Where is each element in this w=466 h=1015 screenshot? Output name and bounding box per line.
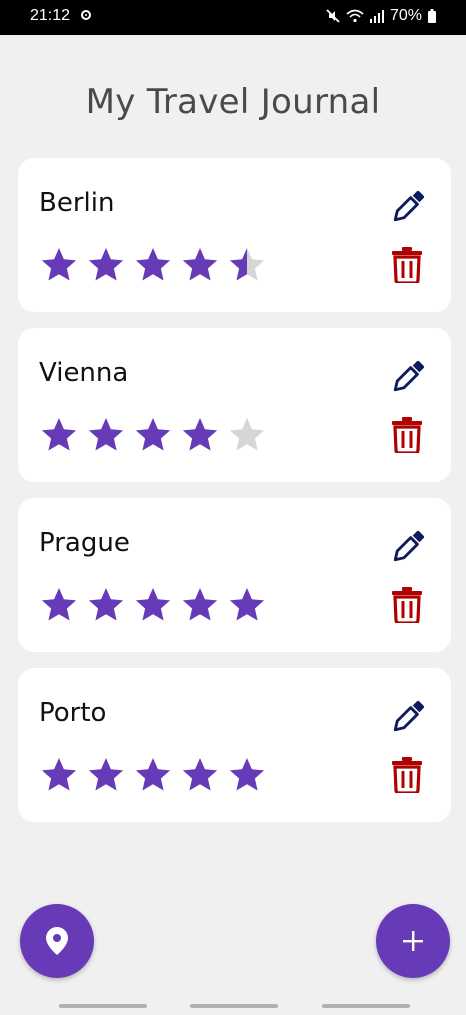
- page-title: My Travel Journal: [85, 82, 381, 122]
- trash-icon[interactable]: [391, 757, 423, 793]
- status-bar: 21:12 70%: [0, 0, 466, 35]
- star-filled-icon: [182, 248, 218, 281]
- sync-ring-icon: [81, 10, 91, 20]
- star-rating: [39, 586, 267, 626]
- wifi-icon: [346, 9, 364, 23]
- nav-home[interactable]: [190, 1004, 278, 1008]
- star-filled-icon: [88, 588, 124, 621]
- city-name: Prague: [39, 528, 130, 558]
- star-filled-icon: [182, 758, 218, 791]
- status-time: 21:12: [30, 7, 71, 24]
- star-filled-icon: [135, 248, 171, 281]
- trash-icon[interactable]: [391, 417, 423, 453]
- city-name: Vienna: [39, 358, 129, 388]
- edit-icon[interactable]: [389, 188, 427, 226]
- edit-icon[interactable]: [389, 358, 427, 396]
- star-filled-icon: [41, 588, 77, 621]
- city-name: Porto: [39, 698, 107, 728]
- star-filled-icon: [41, 758, 77, 791]
- trash-icon[interactable]: [391, 587, 423, 623]
- battery-icon: [428, 9, 436, 23]
- status-icons: 70%: [326, 7, 436, 25]
- star-rating: [39, 246, 267, 286]
- star-filled-icon: [182, 418, 218, 451]
- star-filled-icon: [41, 248, 77, 281]
- star-rating: [39, 416, 267, 456]
- journal-card[interactable]: Porto: [18, 668, 451, 822]
- journal-card[interactable]: Berlin: [18, 158, 451, 312]
- star-filled-icon: [135, 758, 171, 791]
- location-pin-icon: [46, 927, 68, 955]
- nav-back[interactable]: [322, 1004, 410, 1008]
- star-filled-icon: [229, 588, 265, 621]
- mute-icon: [326, 9, 340, 23]
- star-half-icon: [229, 248, 265, 281]
- star-filled-icon: [88, 248, 124, 281]
- star-filled-icon: [135, 588, 171, 621]
- location-button[interactable]: [20, 904, 94, 978]
- star-filled-icon: [182, 588, 218, 621]
- star-filled-icon: [41, 418, 77, 451]
- nav-recent-apps[interactable]: [59, 1004, 147, 1008]
- battery-percent: 70%: [389, 7, 422, 24]
- star-filled-icon: [88, 758, 124, 791]
- star-filled-icon: [88, 418, 124, 451]
- edit-icon[interactable]: [389, 528, 427, 566]
- signal-icon: [369, 10, 384, 23]
- star-empty-icon: [229, 418, 265, 451]
- journal-card[interactable]: Vienna: [18, 328, 451, 482]
- add-entry-button[interactable]: [376, 904, 450, 978]
- city-name: Berlin: [39, 188, 115, 218]
- journal-card[interactable]: Prague: [18, 498, 451, 652]
- plus-icon: [403, 931, 423, 951]
- edit-icon[interactable]: [389, 698, 427, 736]
- star-filled-icon: [229, 758, 265, 791]
- star-filled-icon: [135, 418, 171, 451]
- trash-icon[interactable]: [391, 247, 423, 283]
- star-rating: [39, 756, 267, 796]
